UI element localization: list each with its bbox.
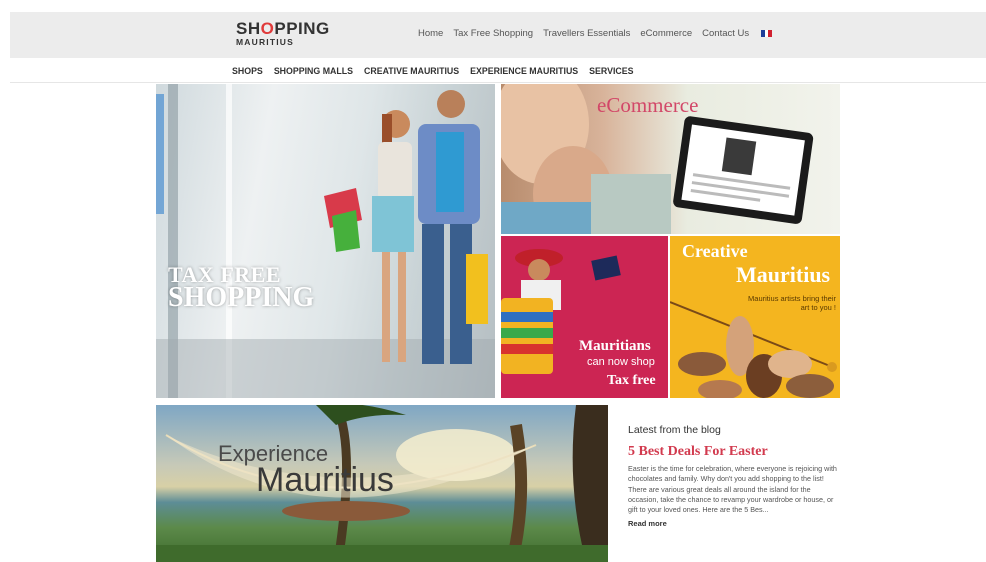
- top-header: SHOPPING MAURITIUS Home Tax Free Shoppin…: [10, 12, 986, 58]
- creative-tagline: Mauritius artists bring their art to you…: [748, 294, 836, 313]
- category-creative-mauritius[interactable]: CREATIVE MAURITIUS: [364, 66, 459, 76]
- creative-mauritius-title: Mauritius: [736, 262, 831, 287]
- read-more-link[interactable]: Read more: [628, 519, 840, 528]
- mauritians-tax-free-label: Tax free: [607, 373, 656, 388]
- mauritians-subtitle: can now shop: [587, 356, 655, 368]
- logo-text-start: SH: [236, 19, 261, 38]
- category-services[interactable]: SERVICES: [589, 66, 633, 76]
- blog-post-title[interactable]: 5 Best Deals For Easter: [628, 444, 840, 460]
- category-nav: SHOPS SHOPPING MALLS CREATIVE MAURITIUS …: [232, 66, 634, 76]
- ecommerce-title: eCommerce: [597, 93, 699, 117]
- latest-blog-section: Latest from the blog 5 Best Deals For Ea…: [628, 424, 840, 528]
- tax-free-shopping-tile[interactable]: TAX FREE SHOPPING: [156, 84, 495, 398]
- logo-accent-letter: O: [260, 19, 275, 38]
- nav-contact-us[interactable]: Contact Us: [702, 28, 749, 39]
- flag-stripe-red: [768, 30, 773, 37]
- category-experience-mauritius[interactable]: EXPERIENCE MAURITIUS: [470, 66, 578, 76]
- experience-mauritius-tile[interactable]: Experience Mauritius: [156, 405, 608, 562]
- nav-divider: [10, 82, 986, 83]
- site-logo[interactable]: SHOPPING MAURITIUS: [236, 20, 330, 47]
- nav-tax-free-shopping[interactable]: Tax Free Shopping: [453, 28, 533, 39]
- nav-home[interactable]: Home: [418, 28, 443, 39]
- blog-post-excerpt: Easter is the time for celebration, wher…: [628, 464, 837, 515]
- mauritians-title: Mauritians: [579, 338, 651, 354]
- logo-text-end: PPING: [274, 19, 330, 38]
- mauritians-tax-free-tile[interactable]: Mauritians can now shop Tax free: [501, 236, 668, 398]
- experience-mauritius-title: Mauritius: [256, 461, 394, 499]
- nav-travellers-essentials[interactable]: Travellers Essentials: [543, 28, 630, 39]
- main-nav: Home Tax Free Shopping Travellers Essent…: [418, 28, 773, 39]
- blog-heading: Latest from the blog: [628, 424, 721, 436]
- nav-ecommerce[interactable]: eCommerce: [640, 28, 692, 39]
- ecommerce-tile[interactable]: eCommerce: [501, 84, 840, 234]
- category-shopping-malls[interactable]: SHOPPING MALLS: [274, 66, 353, 76]
- shopping-title: SHOPPING: [168, 282, 315, 313]
- creative-title: Creative: [682, 241, 748, 261]
- french-flag-icon[interactable]: [761, 30, 773, 37]
- shoppers-illustration: [156, 84, 495, 398]
- logo-subtitle: MAURITIUS: [236, 37, 295, 47]
- creative-mauritius-tile[interactable]: Creative Mauritius Mauritius artists bri…: [670, 236, 840, 398]
- category-shops[interactable]: SHOPS: [232, 66, 263, 76]
